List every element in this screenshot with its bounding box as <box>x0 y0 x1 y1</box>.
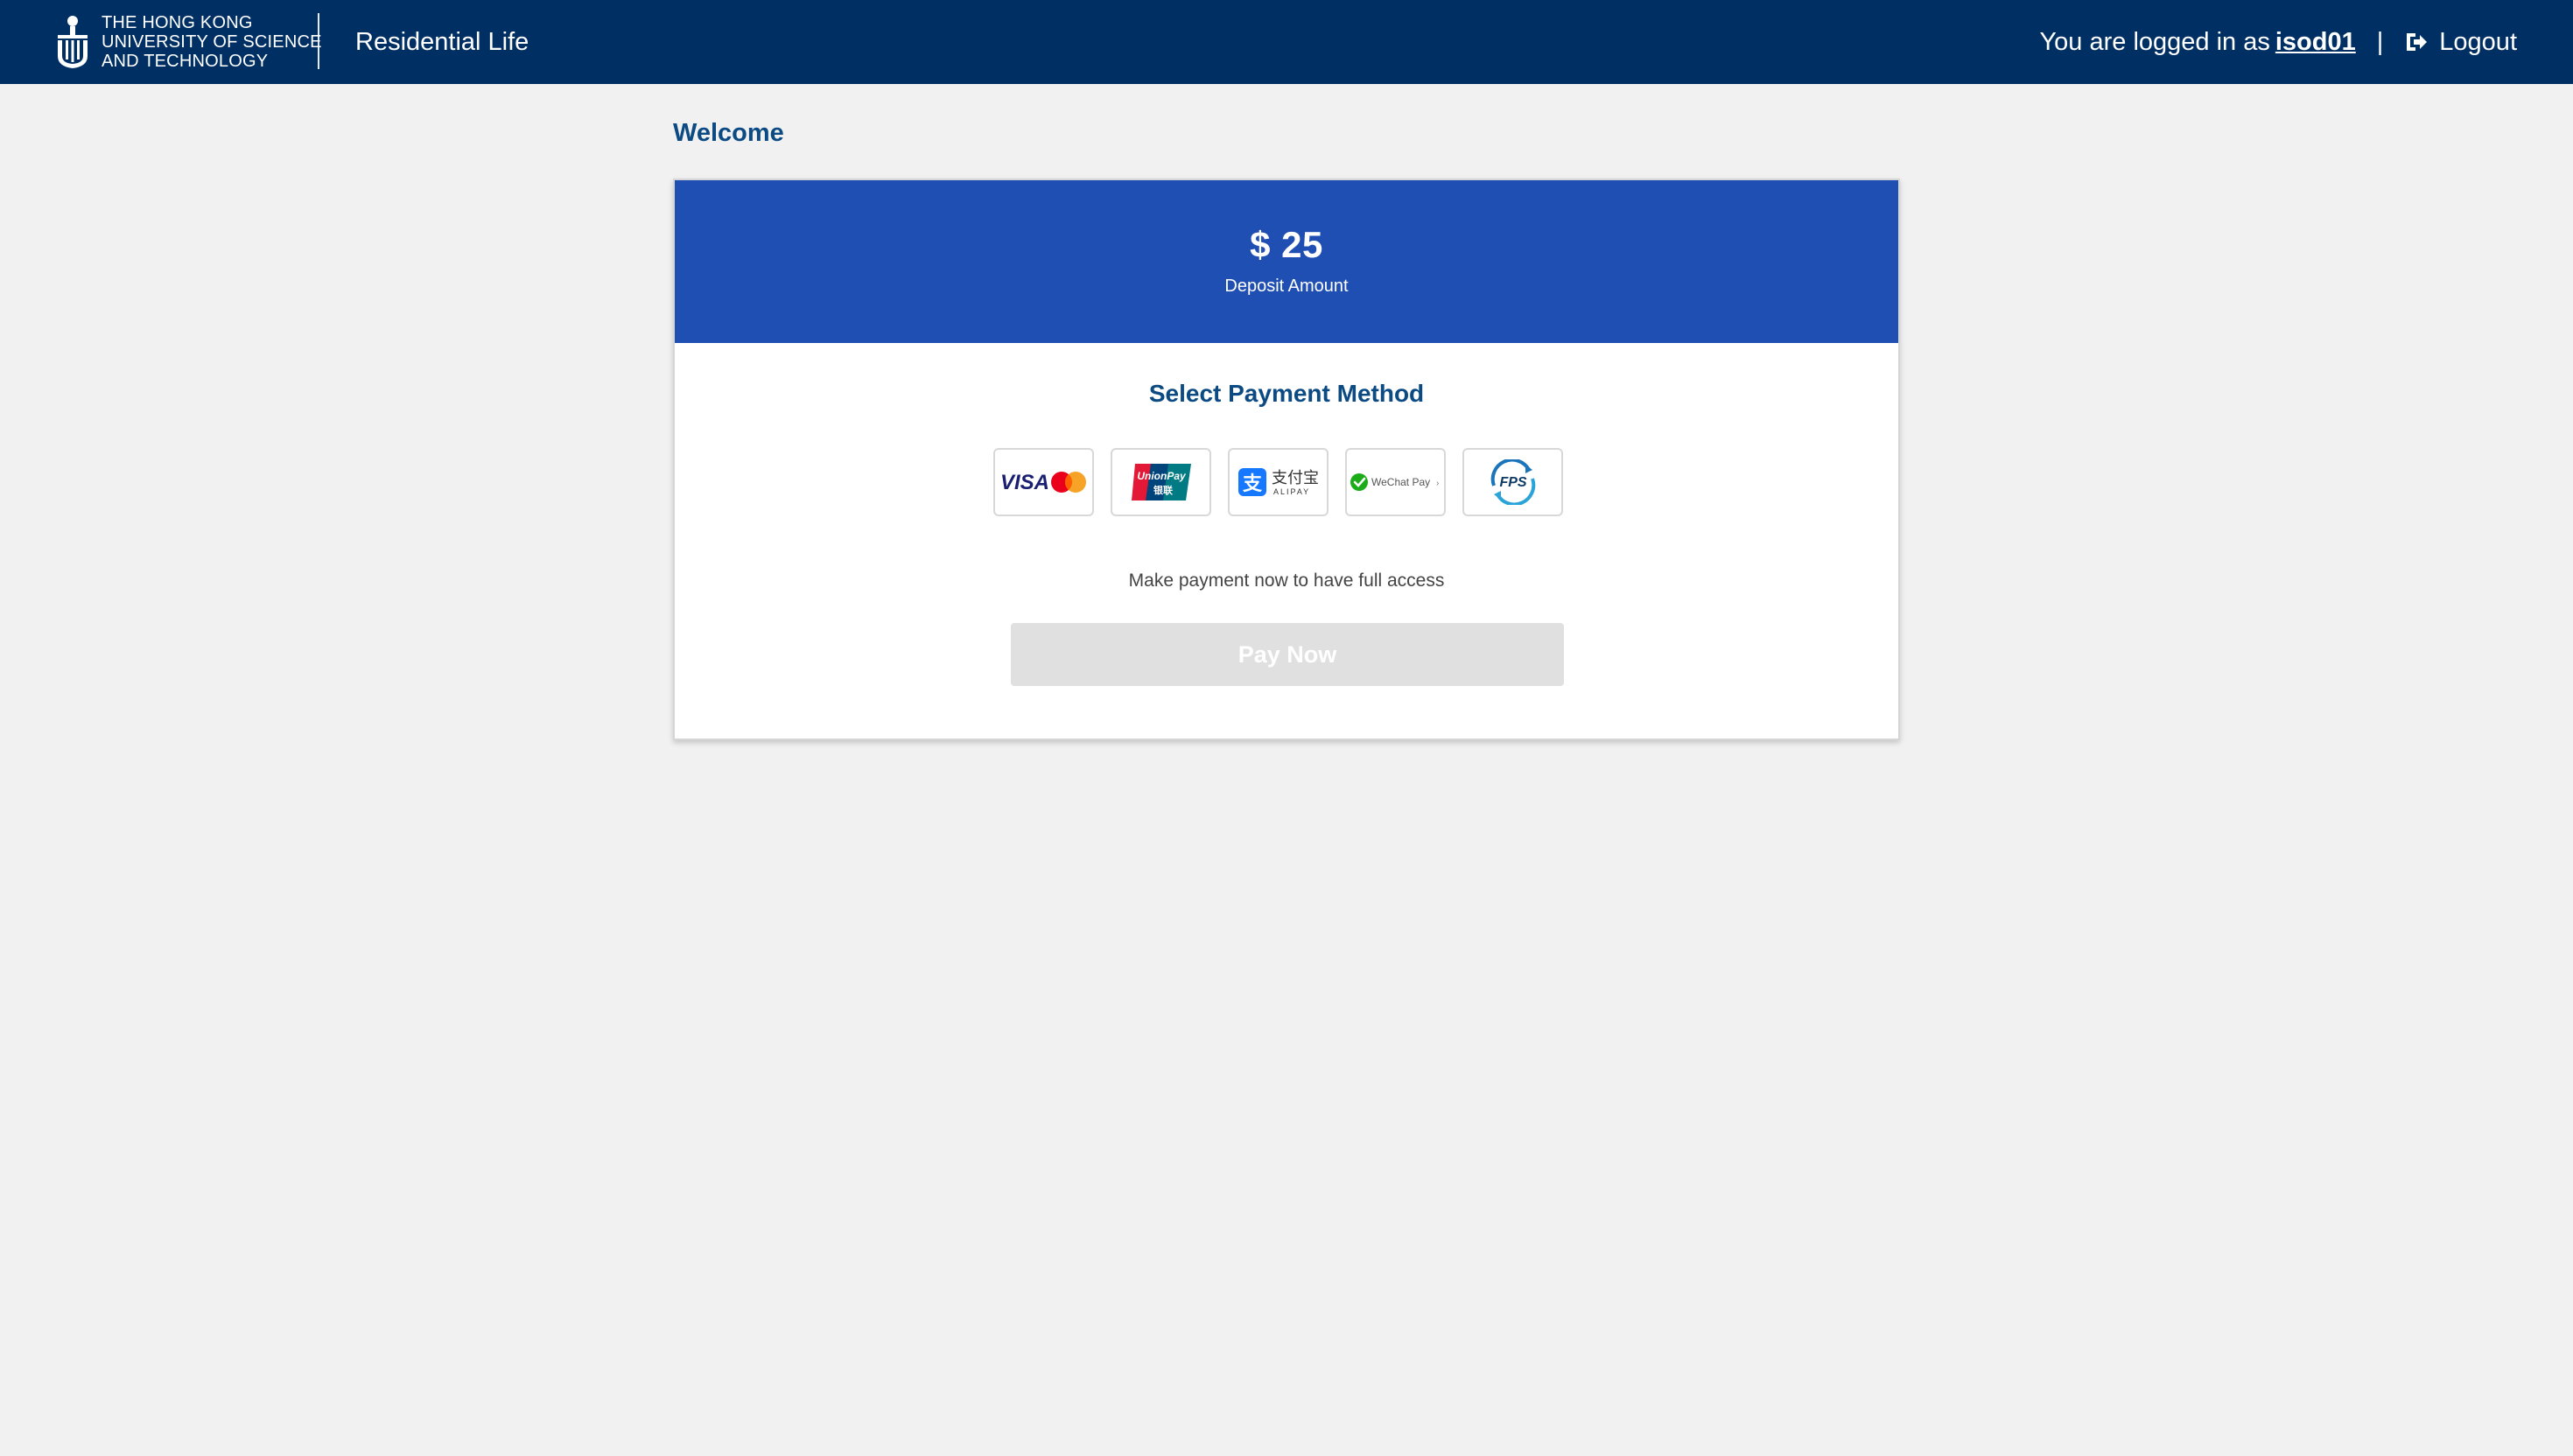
university-name-line: THE HONG KONG <box>102 13 253 32</box>
deposit-amount-label: Deposit Amount <box>1224 276 1349 296</box>
app-title[interactable]: Residential Life <box>355 0 529 84</box>
payment-method-fps[interactable]: FPS <box>1462 448 1563 516</box>
header-separator: | <box>2376 27 2384 56</box>
top-navbar: THE HONG KONG UNIVERSITY OF SCIENCE AND … <box>0 0 2573 84</box>
unionpay-text-cn: 银联 <box>1153 484 1173 496</box>
svg-text:支: 支 <box>1242 473 1262 495</box>
header-divider <box>318 13 319 69</box>
university-name: THE HONG KONG UNIVERSITY OF SCIENCE AND … <box>102 13 322 71</box>
username-link[interactable]: isod01 <box>2275 28 2356 57</box>
payment-method-list: VISA UnionPay 银联 支 支付宝 ALIPAY WeChat Pay… <box>993 448 1563 516</box>
alipay-logo: 支 支付宝 ALIPAY <box>1237 468 1319 496</box>
payment-method-alipay[interactable]: 支 支付宝 ALIPAY <box>1228 448 1329 516</box>
sign-out-icon <box>2407 33 2428 51</box>
university-name-line: UNIVERSITY OF SCIENCE <box>102 32 322 52</box>
svg-text:›: › <box>1436 479 1439 488</box>
logout-label: Logout <box>2439 27 2517 56</box>
payment-method-unionpay[interactable]: UnionPay 银联 <box>1111 448 1211 516</box>
payment-note: Make payment now to have full access <box>1128 570 1445 591</box>
pay-now-button[interactable]: Pay Now <box>1011 623 1564 686</box>
payment-method-title: Select Payment Method <box>1148 380 1425 407</box>
user-area: You are logged in as isod01 | Logout <box>2040 0 2518 84</box>
unionpay-logo: UnionPay 银联 <box>1131 464 1191 500</box>
page-title: Welcome <box>673 119 784 147</box>
wechat-pay-text: WeChat Pay <box>1371 476 1430 488</box>
hkust-emblem-icon <box>58 16 88 68</box>
fps-logo: FPS <box>1490 459 1535 505</box>
logged-in-text: You are logged in as <box>2039 27 2270 56</box>
visa-text: VISA <box>1000 471 1049 494</box>
wechat-pay-logo: WeChat Pay › <box>1350 473 1439 491</box>
logout-button[interactable]: Logout <box>2404 28 2517 57</box>
payment-method-visa-mastercard[interactable]: VISA <box>993 448 1094 516</box>
visa-mastercard-logo: VISA <box>1000 471 1086 494</box>
fps-text: FPS <box>1499 475 1526 490</box>
alipay-text: ALIPAY <box>1273 487 1310 496</box>
deposit-amount: $ 25 <box>1250 224 1323 265</box>
alipay-text-cn: 支付宝 <box>1272 469 1319 487</box>
hkust-logo[interactable]: THE HONG KONG UNIVERSITY OF SCIENCE AND … <box>54 13 322 71</box>
unionpay-text: UnionPay <box>1137 470 1187 482</box>
payment-method-wechat-pay[interactable]: WeChat Pay › <box>1345 448 1446 516</box>
university-name-line: AND TECHNOLOGY <box>102 52 269 71</box>
deposit-banner: $ 25 Deposit Amount <box>675 180 1898 343</box>
payment-card: $ 25 Deposit Amount Select Payment Metho… <box>673 178 1900 740</box>
